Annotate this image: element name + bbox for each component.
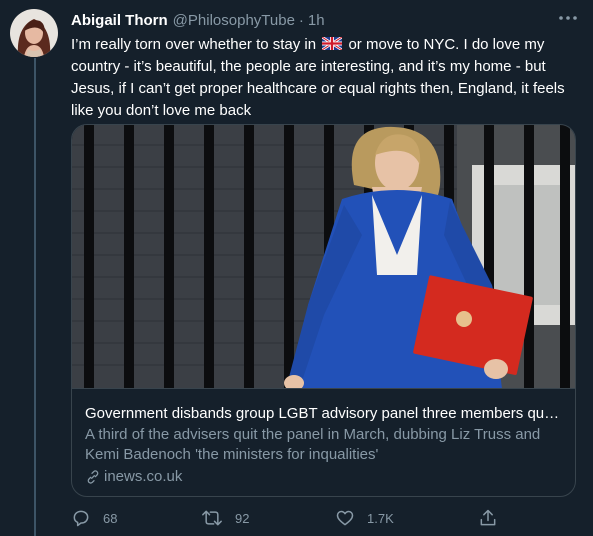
more-options-icon[interactable]: [555, 8, 581, 28]
reply-count: 68: [103, 510, 118, 526]
link-icon: [87, 470, 99, 484]
retweet-icon: [202, 510, 222, 526]
card-domain-text: inews.co.uk: [104, 468, 183, 485]
thread-line: [34, 58, 36, 536]
uk-flag-icon: [321, 35, 344, 52]
like-count: 1.7K: [367, 510, 394, 526]
link-preview-card[interactable]: Government disbands group LGBT advisory …: [71, 124, 576, 497]
tweet-text: I’m really torn over whether to stay in …: [71, 34, 576, 122]
reply-icon: [73, 510, 89, 527]
card-description: A third of the advisers quit the panel i…: [85, 426, 541, 463]
tweet-text-part1: I’m really torn over whether to stay in: [71, 36, 317, 53]
like-button[interactable]: 1.7K: [335, 507, 394, 529]
timestamp[interactable]: 1h: [308, 12, 325, 29]
card-image[interactable]: [72, 125, 575, 389]
heart-icon: [336, 510, 354, 526]
display-name[interactable]: Abigail Thorn: [71, 12, 168, 29]
tweet[interactable]: Abigail Thorn @PhilosophyTube · 1h I’m r…: [0, 0, 593, 536]
retweet-button[interactable]: 92: [201, 507, 249, 529]
tweet-header: Abigail Thorn @PhilosophyTube · 1h: [71, 10, 325, 30]
avatar[interactable]: [10, 9, 58, 57]
card-domain[interactable]: inews.co.uk: [85, 467, 562, 487]
retweet-count: 92: [235, 510, 250, 526]
separator-dot: ·: [298, 11, 304, 29]
tweet-actions: 68 92 1.7K: [71, 507, 511, 529]
reply-button[interactable]: 68: [71, 507, 117, 529]
share-icon: [480, 509, 496, 526]
share-button[interactable]: [478, 507, 510, 529]
user-handle[interactable]: @PhilosophyTube: [173, 12, 295, 29]
card-body: Government disbands group LGBT advisory …: [72, 390, 575, 487]
card-title[interactable]: Government disbands group LGBT advisory …: [85, 404, 562, 424]
